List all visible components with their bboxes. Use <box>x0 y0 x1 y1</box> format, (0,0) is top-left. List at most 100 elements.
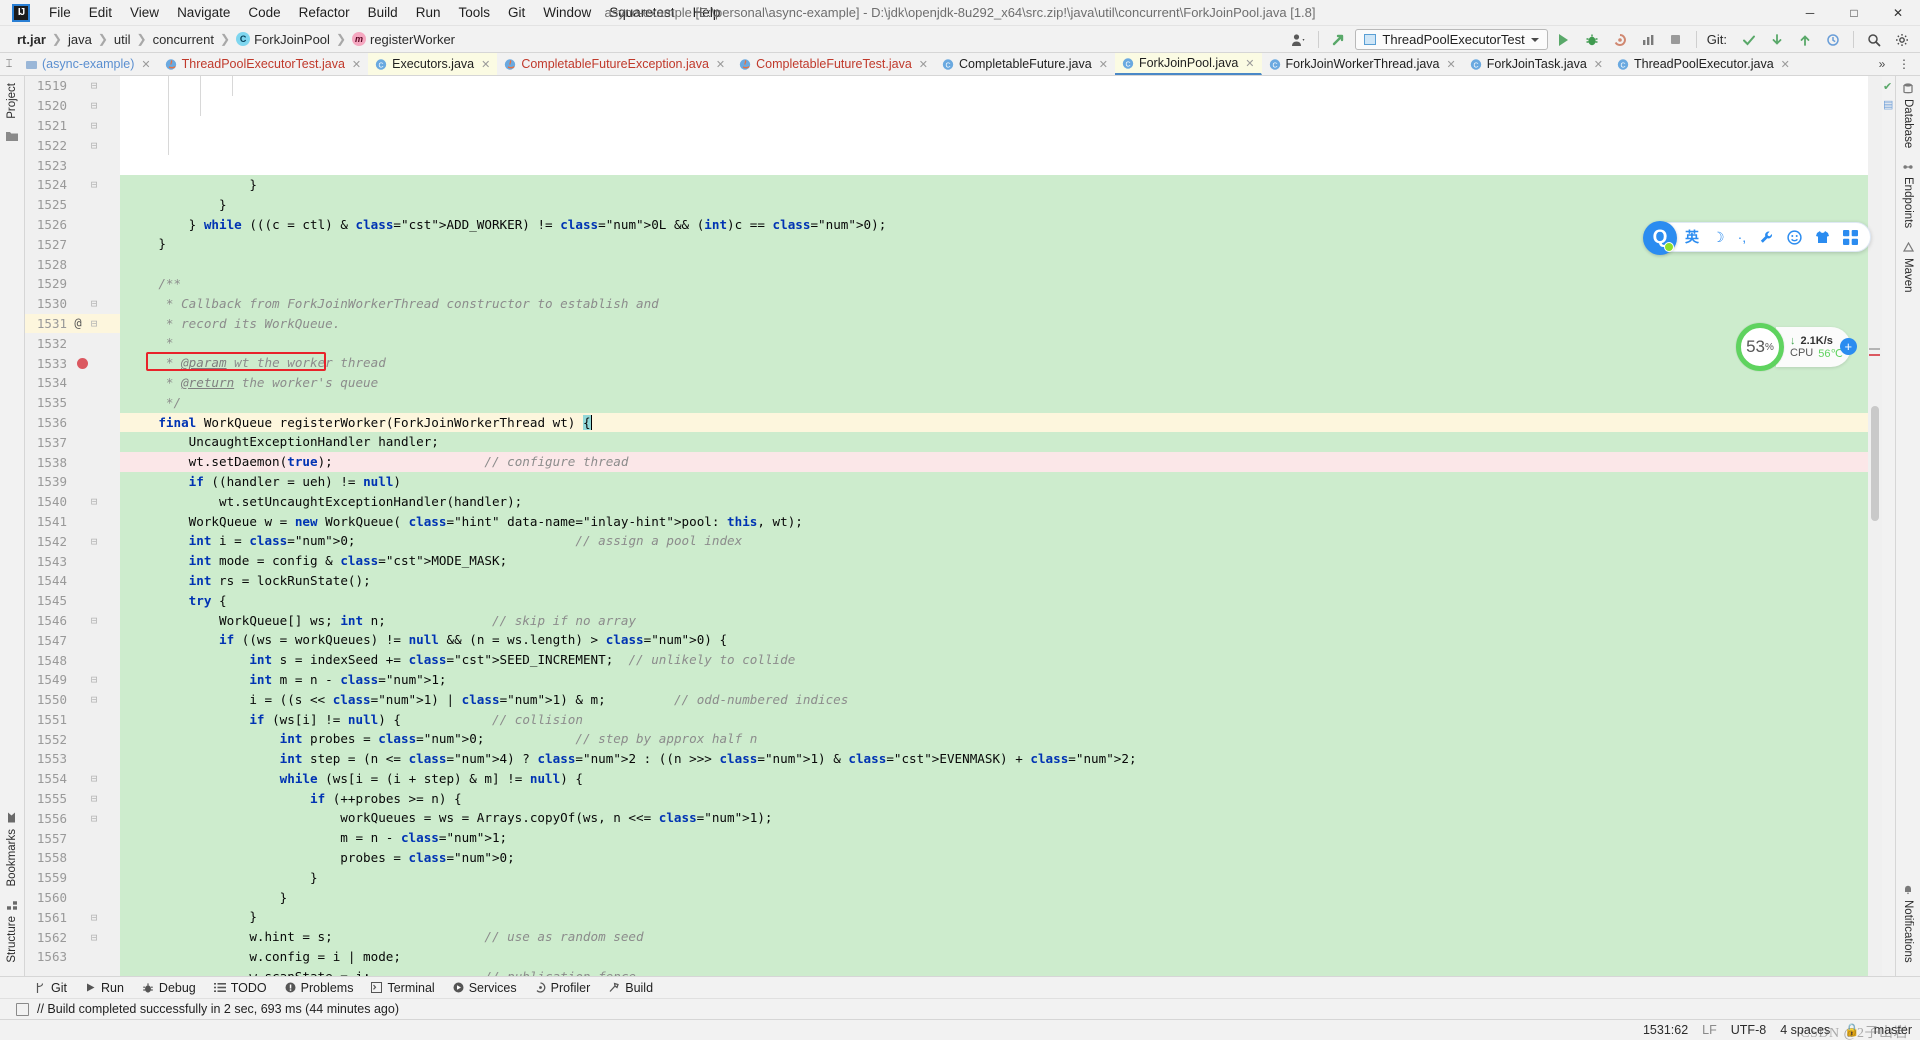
gutter-row[interactable]: 1553 <box>25 749 120 769</box>
gutter-row[interactable]: 1521 ⊟ <box>25 116 120 136</box>
menu-navigate[interactable]: Navigate <box>168 2 239 23</box>
tool-window-build[interactable]: Build <box>599 979 662 997</box>
code-line[interactable]: * @param wt the worker thread <box>120 353 1868 373</box>
gutter-row[interactable]: 1523 <box>25 155 120 175</box>
gutter-row[interactable]: 1556 ⊟ <box>25 808 120 828</box>
gutter-row[interactable]: 1538 <box>25 452 120 472</box>
tab-completablefutureexception-java[interactable]: CompletableFutureException.java ✕ <box>497 53 732 75</box>
tab-forkjoinpool-java[interactable]: C ForkJoinPool.java ✕ <box>1114 53 1262 75</box>
code-line[interactable]: int mode = config & class="cst">MODE_MAS… <box>120 551 1868 571</box>
gutter-row[interactable]: 1546 ⊟ <box>25 611 120 631</box>
stop-button[interactable] <box>1664 29 1688 51</box>
update-project-icon[interactable] <box>1327 29 1351 51</box>
fold-marker[interactable]: ⊟ <box>87 178 101 191</box>
gutter-row[interactable]: 1527 <box>25 234 120 254</box>
menu-run[interactable]: Run <box>407 2 450 23</box>
gutter-row[interactable]: 1554 ⊟ <box>25 769 120 789</box>
code-line[interactable]: int rs = lockRunState(); <box>120 570 1868 591</box>
menu-refactor[interactable]: Refactor <box>290 2 359 23</box>
gutter-annotation[interactable]: @ <box>69 316 87 330</box>
breakpoint-icon[interactable] <box>77 357 88 369</box>
gutter-row[interactable]: 1559 <box>25 868 120 888</box>
profile-button[interactable] <box>1636 29 1660 51</box>
gutter-row[interactable]: 1545 <box>25 591 120 611</box>
moon-icon[interactable]: ☽ <box>1712 229 1725 246</box>
coverage-button[interactable] <box>1608 29 1632 51</box>
code-line[interactable]: WorkQueue[] ws; int n; // skip if no arr… <box>120 610 1868 631</box>
gutter-row[interactable]: 1549 ⊟ <box>25 670 120 690</box>
menu-edit[interactable]: Edit <box>80 2 121 23</box>
code-line[interactable]: int probes = class="num">0; // step by a… <box>120 729 1868 750</box>
tab-threadpoolexecutor-java[interactable]: C ThreadPoolExecutor.java ✕ <box>1610 53 1797 75</box>
tool-window-problems[interactable]: Problems <box>276 979 363 997</box>
fold-marker[interactable]: ⊟ <box>87 792 101 805</box>
menu-file[interactable]: File <box>40 2 80 23</box>
code-line[interactable]: * record its WorkQueue. <box>120 313 1868 334</box>
gutter-row[interactable]: 1525 <box>25 195 120 215</box>
gutter-row[interactable]: 1562 ⊟ <box>25 927 120 947</box>
sidebar-item-maven[interactable]: Maven <box>1902 235 1914 300</box>
code-area[interactable]: } } } while (((c = ctl) & class="cst">AD… <box>120 76 1868 976</box>
debug-button[interactable] <box>1580 29 1604 51</box>
tab-executors-java[interactable]: C Executors.java ✕ <box>368 53 498 75</box>
close-button[interactable]: ✕ <box>1876 0 1920 26</box>
pin-icon[interactable]: ⌶ <box>0 53 18 75</box>
code-line[interactable]: probes = class="num">0; <box>120 848 1868 868</box>
sidebar-item-endpoints[interactable]: Endpoints <box>1902 155 1914 235</box>
tab-close-icon[interactable]: ✕ <box>919 58 928 71</box>
menu-squaretest[interactable]: Squaretest <box>600 2 683 23</box>
gutter-row[interactable]: 1524 ⊟ <box>25 175 120 195</box>
breadcrumb-registerworker[interactable]: m registerWorker <box>349 31 458 48</box>
fold-marker[interactable]: ⊟ <box>87 535 101 548</box>
code-line[interactable]: while (ws[i = (i + step) & m] != null) { <box>120 768 1868 789</box>
tab-threadpoolexecutortest-java[interactable]: ThreadPoolExecutorTest.java ✕ <box>158 53 369 75</box>
editor-gutter[interactable]: 1519 ⊟ 1520 ⊟ 1521 ⊟ 1522 ⊟ 1523 1524 ⊟ 1525 1526 152… <box>25 76 120 976</box>
fold-marker[interactable]: ⊟ <box>87 614 101 627</box>
sidebar-item-structure[interactable]: Structure <box>6 893 18 970</box>
fold-marker[interactable]: ⊟ <box>87 139 101 152</box>
tool-window-services[interactable]: Services <box>444 979 526 997</box>
tab-close-icon[interactable]: ✕ <box>481 58 490 71</box>
code-line[interactable]: } <box>120 867 1868 888</box>
gutter-row[interactable]: 1533 <box>25 353 120 373</box>
code-line[interactable]: */ <box>120 392 1868 413</box>
code-line[interactable]: w.scanState = i; // publication fence <box>120 966 1868 976</box>
tool-window-profiler[interactable]: Profiler <box>526 979 600 997</box>
gutter-row[interactable]: 1529 <box>25 274 120 294</box>
code-line[interactable]: m = n - class="num">1; <box>120 828 1868 849</box>
code-line[interactable]: final WorkQueue registerWorker(ForkJoinW… <box>120 412 1868 433</box>
code-line[interactable]: } <box>120 174 1868 195</box>
ime-toolbar[interactable]: Q 英 ☽ ·, <box>1643 221 1872 255</box>
code-line[interactable]: w.config = i | mode; <box>120 947 1868 967</box>
commit-icon[interactable] <box>1737 29 1761 51</box>
menu-git[interactable]: Git <box>499 2 534 23</box>
menu-code[interactable]: Code <box>239 2 289 23</box>
tool-window-debug[interactable]: Debug <box>133 979 205 997</box>
tool-window-terminal[interactable]: Terminal <box>362 979 443 997</box>
menu-help[interactable]: Help <box>684 2 730 23</box>
code-line[interactable]: * Callback from ForkJoinWorkerThread con… <box>120 293 1868 314</box>
gutter-row[interactable]: 1528 <box>25 254 120 274</box>
code-line[interactable]: if ((handler = ueh) != null) <box>120 471 1868 492</box>
indent-setting[interactable]: 4 spaces <box>1780 1023 1830 1037</box>
code-line[interactable]: } while (((c = ctl) & class="cst">ADD_WO… <box>120 214 1868 235</box>
fold-marker[interactable]: ⊟ <box>87 911 101 924</box>
gutter-row[interactable]: 1540 ⊟ <box>25 492 120 512</box>
sidebar-item-bookmarks[interactable]: Bookmarks <box>6 805 18 894</box>
menu-view[interactable]: View <box>121 2 168 23</box>
breadcrumb-util[interactable]: util <box>111 31 134 48</box>
code-line[interactable]: wt.setUncaughtExceptionHandler(handler); <box>120 491 1868 512</box>
lock-icon[interactable]: 🔒 <box>1844 1023 1860 1038</box>
skin-icon[interactable] <box>1815 230 1830 244</box>
fold-marker[interactable]: ⊟ <box>87 693 101 706</box>
code-line[interactable]: } <box>120 887 1868 908</box>
gutter-row[interactable]: 1535 <box>25 393 120 413</box>
code-line[interactable]: * <box>120 333 1868 354</box>
editor-scrollbar[interactable] <box>1868 76 1882 976</box>
code-line[interactable]: int i = class="num">0; // assign a pool … <box>120 531 1868 552</box>
run-button[interactable] <box>1552 29 1576 51</box>
gutter-row[interactable]: 1526 <box>25 215 120 235</box>
code-line[interactable]: if (++probes >= n) { <box>120 788 1868 809</box>
gutter-row[interactable]: 1522 ⊟ <box>25 135 120 155</box>
code-line[interactable] <box>120 254 1868 274</box>
